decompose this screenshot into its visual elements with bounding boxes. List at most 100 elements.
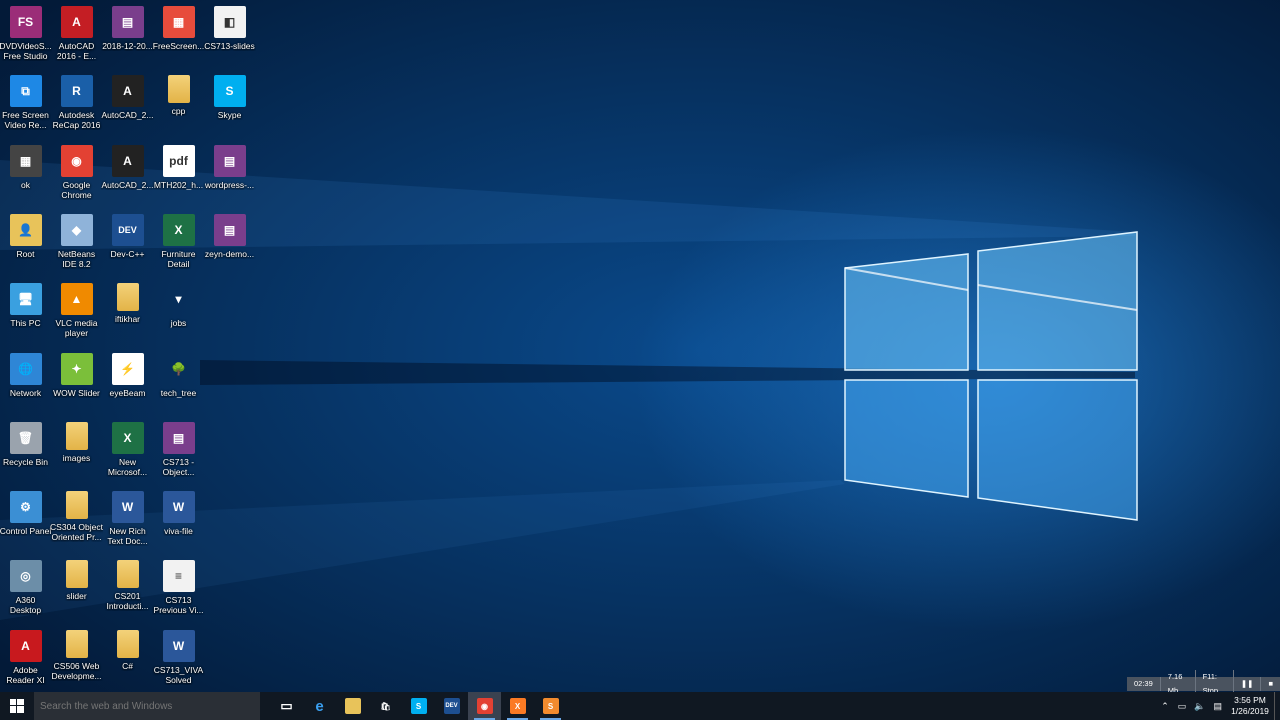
desktop-icon[interactable]: X New Microsof... — [102, 418, 153, 486]
desktop-icon[interactable]: pdf MTH202_h... — [153, 141, 204, 209]
taskbar-chrome-button[interactable]: ◉ — [468, 692, 501, 720]
search-box[interactable] — [34, 692, 260, 720]
taskbar-edge-button[interactable]: e — [303, 692, 336, 720]
desktop-icon-label: Skype — [217, 110, 242, 121]
desktop-icon-label: CS201 Introducti... — [106, 591, 149, 612]
desktop-icon[interactable]: ◎ A360 Desktop — [0, 556, 51, 624]
desktop-icon-label: FreeScreen... — [152, 41, 205, 51]
desktop-icon[interactable]: S Skype — [204, 71, 255, 139]
desktop-icon[interactable]: A Adobe Reader XI — [0, 626, 51, 692]
recycle-bin-icon: 🗑 — [9, 421, 42, 454]
desktop-icon-label: Control Panel — [0, 526, 52, 537]
desktop-icon-label: Root — [16, 248, 35, 259]
desktop-icon-label: NetBeans IDE 8.2 — [57, 248, 96, 269]
start-button[interactable] — [0, 692, 34, 720]
desktop-icon[interactable]: ▲ VLC media player — [51, 279, 102, 347]
desktop-icon[interactable]: X Furniture Detail — [153, 210, 204, 278]
desktop-icon[interactable]: ⚙ Control Panel — [0, 487, 51, 555]
taskbar-file-explorer-button[interactable] — [336, 692, 369, 720]
desktop-icon-label: New Rich Text Doc... — [107, 526, 148, 547]
desktop-icon[interactable]: cpp — [153, 71, 204, 139]
desktop-icon[interactable]: 🖥 This PC — [0, 279, 51, 347]
desktop-icon[interactable]: images — [51, 418, 102, 486]
desktop-icon[interactable]: slider — [51, 556, 102, 624]
desktop-icon[interactable]: ◉ Google Chrome — [51, 141, 102, 209]
desktop-icon[interactable]: ▦ FreeScreen... — [153, 2, 204, 70]
freescreen-icon: ▦ — [162, 6, 195, 38]
desktop-icon[interactable]: ⧉ Free Screen Video Re... — [0, 71, 51, 139]
chrome-icon: ◉ — [60, 144, 93, 177]
desktop-icon[interactable]: 🌐 Network — [0, 349, 51, 417]
desktop-icon-label: Network — [9, 387, 42, 398]
desktop-icon[interactable]: 👤 Root — [0, 210, 51, 278]
taskbar-task-view-button[interactable]: ▭ — [270, 692, 303, 720]
autocad-installer-icon: A — [111, 75, 144, 108]
sublime-text-icon: S — [542, 698, 559, 714]
desktop-icon[interactable]: ▾ jobs — [153, 279, 204, 347]
desktop-icon[interactable]: A AutoCAD_2... — [102, 141, 153, 209]
desktop-icon-label: images — [62, 452, 91, 463]
desktop-icon[interactable]: ▤ CS713 - Object... — [153, 418, 204, 486]
desktop-icon[interactable]: CS201 Introducti... — [102, 556, 153, 624]
stop-icon[interactable]: ■ — [1261, 677, 1280, 691]
desktop-icon[interactable]: ◧ CS713-slides — [204, 2, 255, 70]
desktop-icon[interactable]: iftikhar — [102, 279, 153, 347]
desktop-icon[interactable]: ▦ ok — [0, 141, 51, 209]
desktop-icon[interactable]: 🗑 Recycle Bin — [0, 418, 51, 486]
autocad-installer-icon: A — [111, 144, 144, 177]
edge-icon: e — [315, 697, 324, 715]
network-tray-icon[interactable]: ▭ — [1174, 701, 1191, 712]
desktop-icon[interactable]: ≡ CS713 Previous Vi... — [153, 556, 204, 624]
adobe-reader-icon: A — [9, 629, 42, 662]
clock[interactable]: 3:56 PM 1/26/2019 — [1226, 695, 1274, 717]
taskbar-sublime-button[interactable]: S — [534, 692, 567, 720]
desktop-icon[interactable]: A AutoCAD_2... — [102, 71, 153, 139]
desktop-icon[interactable]: DEV Dev-C++ — [102, 210, 153, 278]
desktop-icon[interactable]: ▤ 2018-12-20... — [102, 2, 153, 70]
desktop-icon-label: Recycle Bin — [3, 456, 48, 467]
taskbar-skype-button[interactable]: S — [402, 692, 435, 720]
taskbar-dev-cpp-button[interactable]: DEV — [435, 692, 468, 720]
recorder-stop-hint[interactable]: F11: Stop — [1196, 670, 1234, 692]
desktop-icon[interactable]: ✦ WOW Slider — [51, 349, 102, 417]
desktop-icon[interactable]: Wviva-file — [153, 487, 204, 555]
folder-icon — [65, 491, 88, 520]
taskbar-store-button[interactable]: 🛍 — [369, 692, 402, 720]
desktop-icon[interactable]: ◆ NetBeans IDE 8.2 — [51, 210, 102, 278]
desktop-icon[interactable]: ▤ wordpress-... — [204, 141, 255, 209]
desktop-icon[interactable]: W CS713_VIVA Solved — [153, 626, 204, 692]
desktop-icon-label: This PC — [10, 318, 41, 329]
show-desktop-button[interactable] — [1274, 692, 1280, 720]
search-input[interactable] — [40, 700, 250, 712]
taskbar: ▭e🛍SDEV◉XS ⌃ ▭ 🔈 ▤ 3:56 PM 1/26/2019 — [0, 692, 1280, 720]
windows-logo-icon — [10, 699, 24, 713]
desktop-icon[interactable]: FS DVDVideoS... Free Studio — [0, 2, 52, 70]
desktop-icon[interactable]: R Autodesk ReCap 2016 — [51, 71, 102, 139]
desktop-icon-label: Furniture Detail — [161, 248, 196, 269]
fs-app-icon: FS — [9, 6, 42, 38]
desktop-icon-label: AutoCAD 2016 - E... — [56, 41, 97, 61]
folder-icon — [116, 560, 139, 589]
chevron-up-icon[interactable]: ⌃ — [1156, 701, 1174, 712]
notification-icon[interactable]: ▤ — [1209, 701, 1226, 712]
desktop-icon[interactable]: 🌳 tech_tree — [153, 349, 204, 417]
desktop-icon[interactable]: A AutoCAD 2016 - E... — [51, 2, 102, 70]
desktop-icon-label: CS713 Previous Vi... — [153, 595, 204, 616]
wow-slider-icon: ✦ — [60, 352, 93, 385]
taskbar-xampp-button[interactable]: X — [501, 692, 534, 720]
desktop-icon[interactable]: ⚡ eyeBeam — [102, 349, 153, 417]
desktop-icon-label: WOW Slider — [53, 387, 100, 398]
pause-icon[interactable]: ❚❚ — [1234, 677, 1262, 691]
desktop-icon-label: jobs — [170, 318, 187, 329]
desktop-icon[interactable]: W New Rich Text Doc... — [102, 487, 153, 555]
pdf-file-icon: pdf — [162, 144, 195, 177]
taskbar-apps: ▭ e 🛍 S DEV ◉ X S — [270, 692, 567, 720]
desktop-icon[interactable]: C# — [102, 626, 153, 692]
desktop-icon-label: cpp — [171, 106, 186, 117]
desktop-icon[interactable]: ▤ zeyn-demo... — [204, 210, 255, 278]
clock-time: 3:56 PM — [1234, 695, 1266, 705]
desktop-icon-label: tech_tree — [160, 387, 197, 398]
desktop-icon[interactable]: CS506 Web Developme... — [51, 626, 102, 692]
volume-icon[interactable]: 🔈 — [1190, 701, 1209, 712]
desktop-icon[interactable]: CS304 Object Oriented Pr... — [50, 487, 103, 555]
